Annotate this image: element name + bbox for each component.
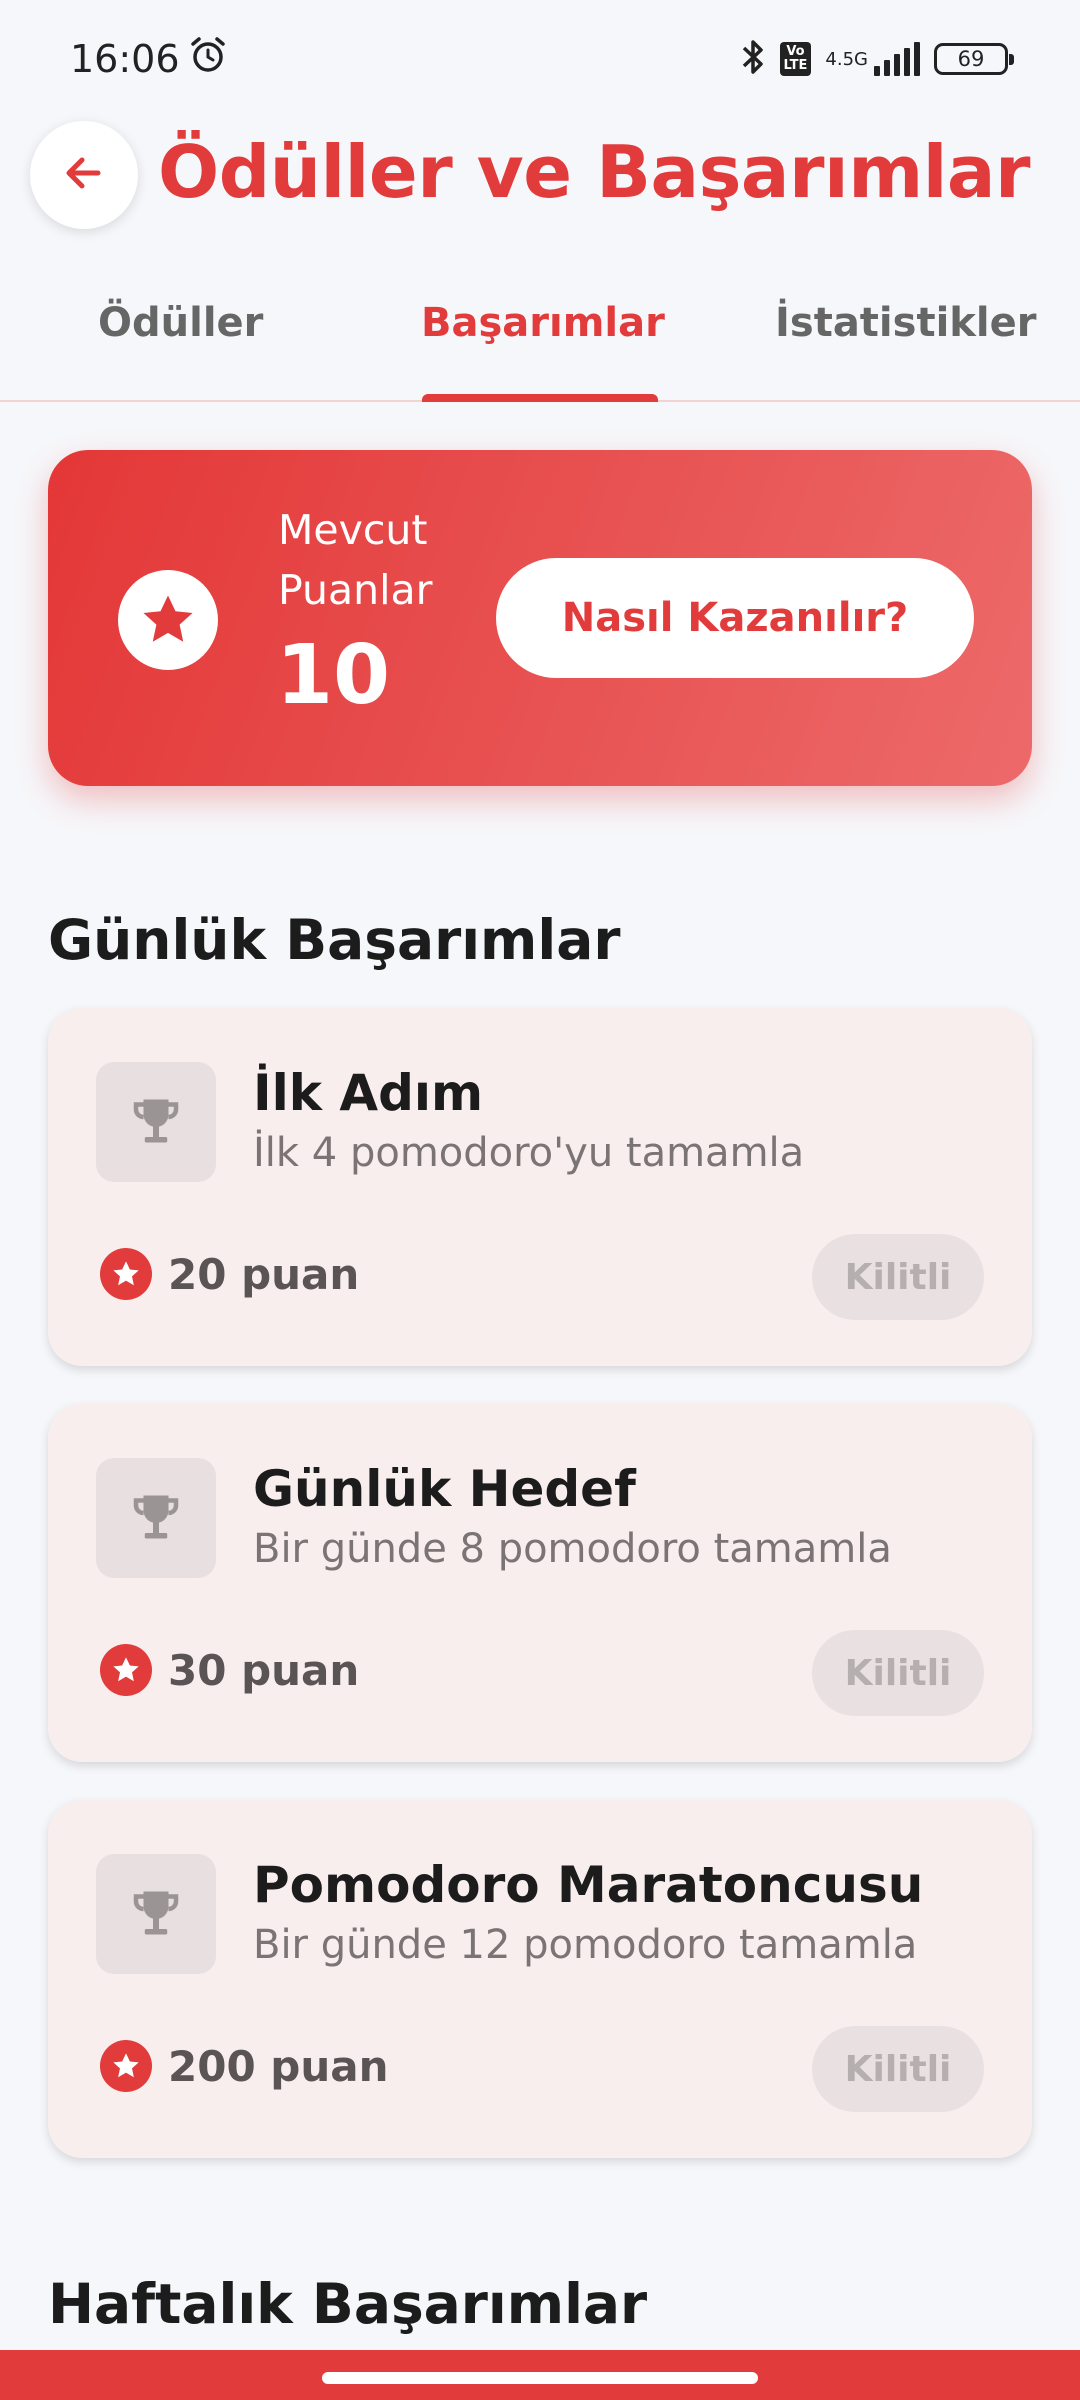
achievement-card[interactable]: Pomodoro Maratoncusu Bir günde 12 pomodo…	[48, 1800, 1032, 2158]
achievement-points: 200 puan	[100, 2040, 389, 2092]
arrow-left-icon	[60, 149, 108, 201]
volte-icon: Vo LTE	[779, 42, 812, 76]
achievement-title: Günlük Hedef	[253, 1460, 636, 1518]
bluetooth-icon	[740, 37, 766, 81]
points-label: Mevcut Puanlar	[278, 506, 433, 614]
achievement-description: Bir günde 8 pomodoro tamamla	[253, 1526, 892, 1572]
achievement-points: 20 puan	[100, 1248, 359, 1300]
tab-achievements[interactable]: Başarımlar	[421, 300, 665, 346]
app-header: Ödüller ve Başarımlar	[0, 118, 1080, 236]
trophy-icon	[96, 1062, 216, 1182]
achievement-card[interactable]: Günlük Hedef Bir günde 8 pomodoro tamaml…	[48, 1404, 1032, 1762]
achievement-points-text: 20 puan	[168, 1249, 360, 1299]
star-icon	[100, 2040, 152, 2092]
tab-statistics[interactable]: İstatistikler	[775, 300, 1036, 346]
locked-badge: Kilitli	[812, 1630, 984, 1716]
battery-icon: 69	[934, 43, 1014, 75]
locked-badge: Kilitli	[812, 1234, 984, 1320]
battery-level: 69	[957, 47, 985, 71]
status-time: 16:06	[70, 37, 180, 81]
achievement-description: İlk 4 pomodoro'yu tamamla	[253, 1130, 805, 1176]
star-icon	[100, 1644, 152, 1696]
trophy-icon	[96, 1458, 216, 1578]
achievement-points-text: 200 puan	[168, 2041, 389, 2091]
tab-rewards[interactable]: Ödüller	[98, 300, 263, 346]
achievement-points-text: 30 puan	[168, 1645, 360, 1695]
bottom-bar	[0, 2350, 1080, 2400]
points-value: 10	[276, 628, 391, 723]
status-right: Vo LTE 4.5G 69	[740, 37, 1014, 81]
how-to-earn-button[interactable]: Nasıl Kazanılır?	[496, 558, 974, 678]
alarm-icon	[188, 35, 228, 84]
achievement-title: İlk Adım	[253, 1064, 484, 1122]
network-gen: 4.5G	[825, 48, 868, 70]
back-button[interactable]	[30, 121, 138, 229]
active-tab-indicator	[422, 394, 658, 402]
status-left: 16:06	[70, 35, 228, 84]
signal-icon	[874, 42, 920, 76]
section-title-daily: Günlük Başarımlar	[48, 908, 621, 972]
star-icon	[118, 570, 218, 670]
star-icon	[100, 1248, 152, 1300]
page-title: Ödüller ve Başarımlar	[158, 130, 1031, 214]
achievement-description: Bir günde 12 pomodoro tamamla	[253, 1922, 918, 1968]
points-card: Mevcut Puanlar 10 Nasıl Kazanılır?	[48, 450, 1032, 786]
locked-badge: Kilitli	[812, 2026, 984, 2112]
section-title-weekly: Haftalık Başarımlar	[48, 2272, 648, 2336]
status-bar: 16:06 Vo LTE 4.5G 69	[0, 0, 1080, 118]
home-indicator[interactable]	[322, 2372, 758, 2384]
achievement-title: Pomodoro Maratoncusu	[253, 1856, 924, 1914]
trophy-icon	[96, 1854, 216, 1974]
tab-bar: Ödüller Başarımlar İstatistikler	[0, 270, 1080, 402]
achievement-card[interactable]: İlk Adım İlk 4 pomodoro'yu tamamla 20 pu…	[48, 1008, 1032, 1366]
achievement-points: 30 puan	[100, 1644, 359, 1696]
